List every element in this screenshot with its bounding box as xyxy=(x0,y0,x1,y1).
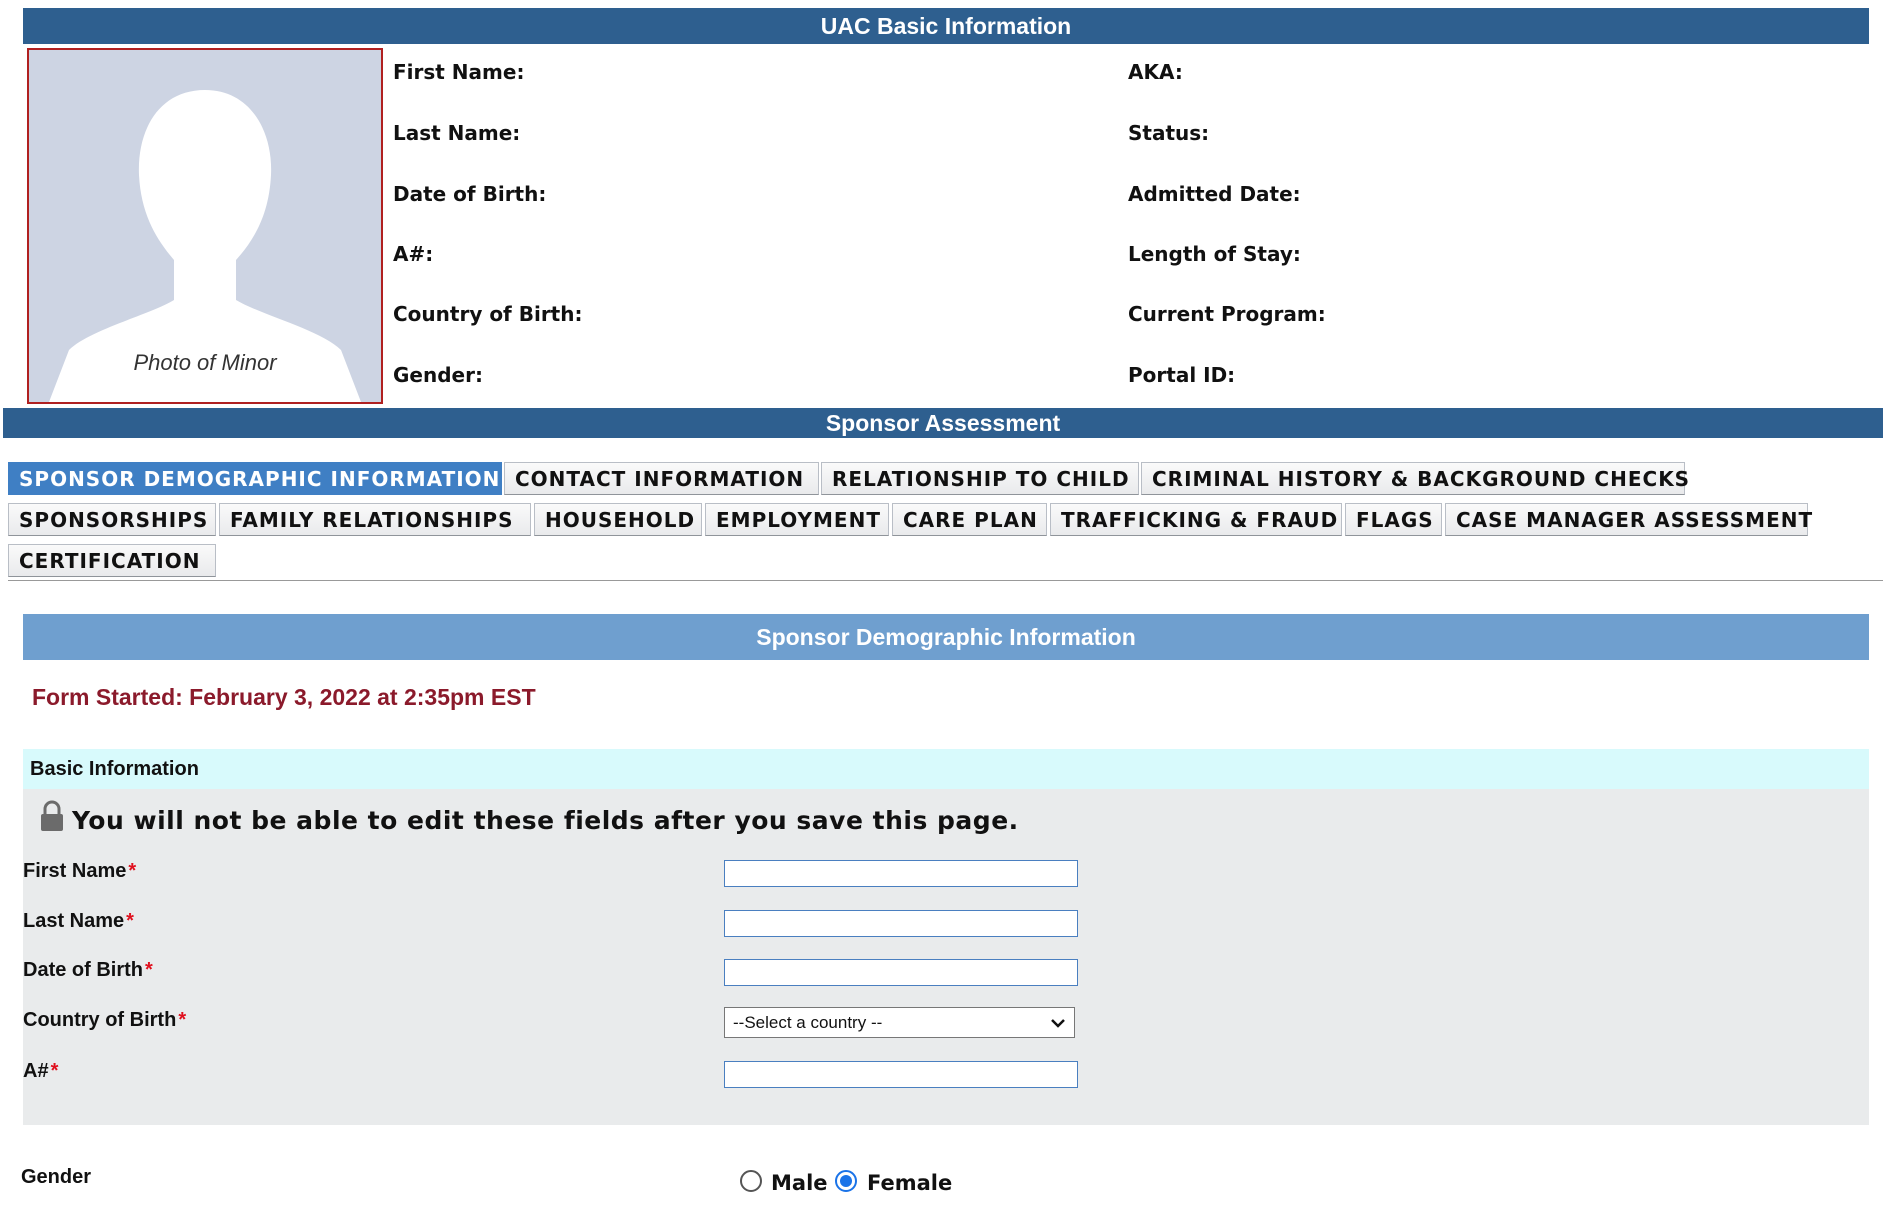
section-title-bar: Sponsor Demographic Information xyxy=(23,614,1869,660)
lock-warning-text: You will not be able to edit these field… xyxy=(72,806,1019,835)
country-of-birth-label-text: Country of Birth xyxy=(23,1009,177,1031)
uac-gender-label: Gender: xyxy=(393,363,483,387)
tab-sponsorships[interactable]: SPONSORSHIPS xyxy=(8,503,216,536)
country-select-value: --Select a country -- xyxy=(733,1013,883,1032)
gender-label: Gender xyxy=(21,1166,92,1188)
uac-current-program-label: Current Program: xyxy=(1128,302,1326,326)
sponsor-assessment-header: Sponsor Assessment xyxy=(3,408,1883,438)
basic-information-header: Basic Information xyxy=(23,749,1869,789)
first-name-label-text: First Name xyxy=(23,860,127,882)
uac-dob-label: Date of Birth: xyxy=(393,182,547,206)
uac-anumber-label: A#: xyxy=(393,242,434,266)
tab-sponsor-demographic-information[interactable]: SPONSOR DEMOGRAPHIC INFORMATION xyxy=(8,462,502,495)
tab-bar: SPONSOR DEMOGRAPHIC INFORMATION CONTACT … xyxy=(8,462,1883,581)
date-of-birth-label: Date of Birth * xyxy=(23,959,153,982)
tab-trafficking-and-fraud[interactable]: TRAFFICKING & FRAUD xyxy=(1050,503,1342,536)
tab-family-relationships[interactable]: FAMILY RELATIONSHIPS xyxy=(219,503,531,536)
first-name-field[interactable] xyxy=(724,860,1078,887)
tab-certification[interactable]: CERTIFICATION xyxy=(8,544,216,577)
date-of-birth-field[interactable] xyxy=(724,959,1078,986)
tab-household[interactable]: HOUSEHOLD xyxy=(534,503,702,536)
uac-country-of-birth-label: Country of Birth: xyxy=(393,302,583,326)
tab-relationship-to-child[interactable]: RELATIONSHIP TO CHILD xyxy=(821,462,1139,495)
last-name-label-text: Last Name xyxy=(23,910,125,932)
form-started-text: Form Started: February 3, 2022 at 2:35pm… xyxy=(32,684,536,710)
required-asterisk: * xyxy=(178,1009,187,1031)
required-asterisk: * xyxy=(128,860,137,882)
gender-male-label[interactable]: Male xyxy=(771,1171,828,1195)
last-name-field[interactable] xyxy=(724,910,1078,937)
chevron-down-icon xyxy=(1051,1019,1065,1028)
country-of-birth-label: Country of Birth * xyxy=(23,1009,186,1032)
first-name-label: First Name * xyxy=(23,860,136,883)
tab-employment[interactable]: EMPLOYMENT xyxy=(705,503,889,536)
uac-length-of-stay-label: Length of Stay: xyxy=(1128,242,1301,266)
gender-male-radio[interactable] xyxy=(740,1170,762,1192)
date-of-birth-label-text: Date of Birth xyxy=(23,959,143,981)
a-number-label-text: A# xyxy=(23,1060,49,1082)
uac-aka-label: AKA: xyxy=(1128,60,1183,84)
uac-status-label: Status: xyxy=(1128,121,1210,145)
uac-admitted-date-label: Admitted Date: xyxy=(1128,182,1301,206)
gender-female-radio[interactable] xyxy=(835,1170,857,1192)
photo-caption: Photo of Minor xyxy=(133,350,277,375)
lock-icon xyxy=(41,800,63,831)
minor-photo: Photo of Minor xyxy=(27,48,383,404)
tab-criminal-history[interactable]: CRIMINAL HISTORY & BACKGROUND CHECKS xyxy=(1141,462,1689,495)
tab-contact-information[interactable]: CONTACT INFORMATION xyxy=(504,462,819,495)
gender-female-label[interactable]: Female xyxy=(867,1171,952,1195)
country-of-birth-select[interactable]: --Select a country -- xyxy=(724,1007,1075,1038)
tab-flags[interactable]: FLAGS xyxy=(1345,503,1442,536)
uac-basic-information-header: UAC Basic Information xyxy=(23,8,1869,44)
required-asterisk: * xyxy=(50,1060,59,1082)
uac-last-name-label: Last Name: xyxy=(393,121,521,145)
required-asterisk: * xyxy=(145,959,153,981)
uac-first-name-label: First Name: xyxy=(393,60,525,84)
last-name-label: Last Name * xyxy=(23,910,134,933)
a-number-field[interactable] xyxy=(724,1061,1078,1088)
tab-care-plan[interactable]: CARE PLAN xyxy=(892,503,1047,536)
tab-case-manager-assessment[interactable]: CASE MANAGER ASSESSMENT xyxy=(1445,503,1812,536)
a-number-label: A# * xyxy=(23,1060,58,1083)
uac-portal-id-label: Portal ID: xyxy=(1128,363,1236,387)
required-asterisk: * xyxy=(126,910,134,932)
